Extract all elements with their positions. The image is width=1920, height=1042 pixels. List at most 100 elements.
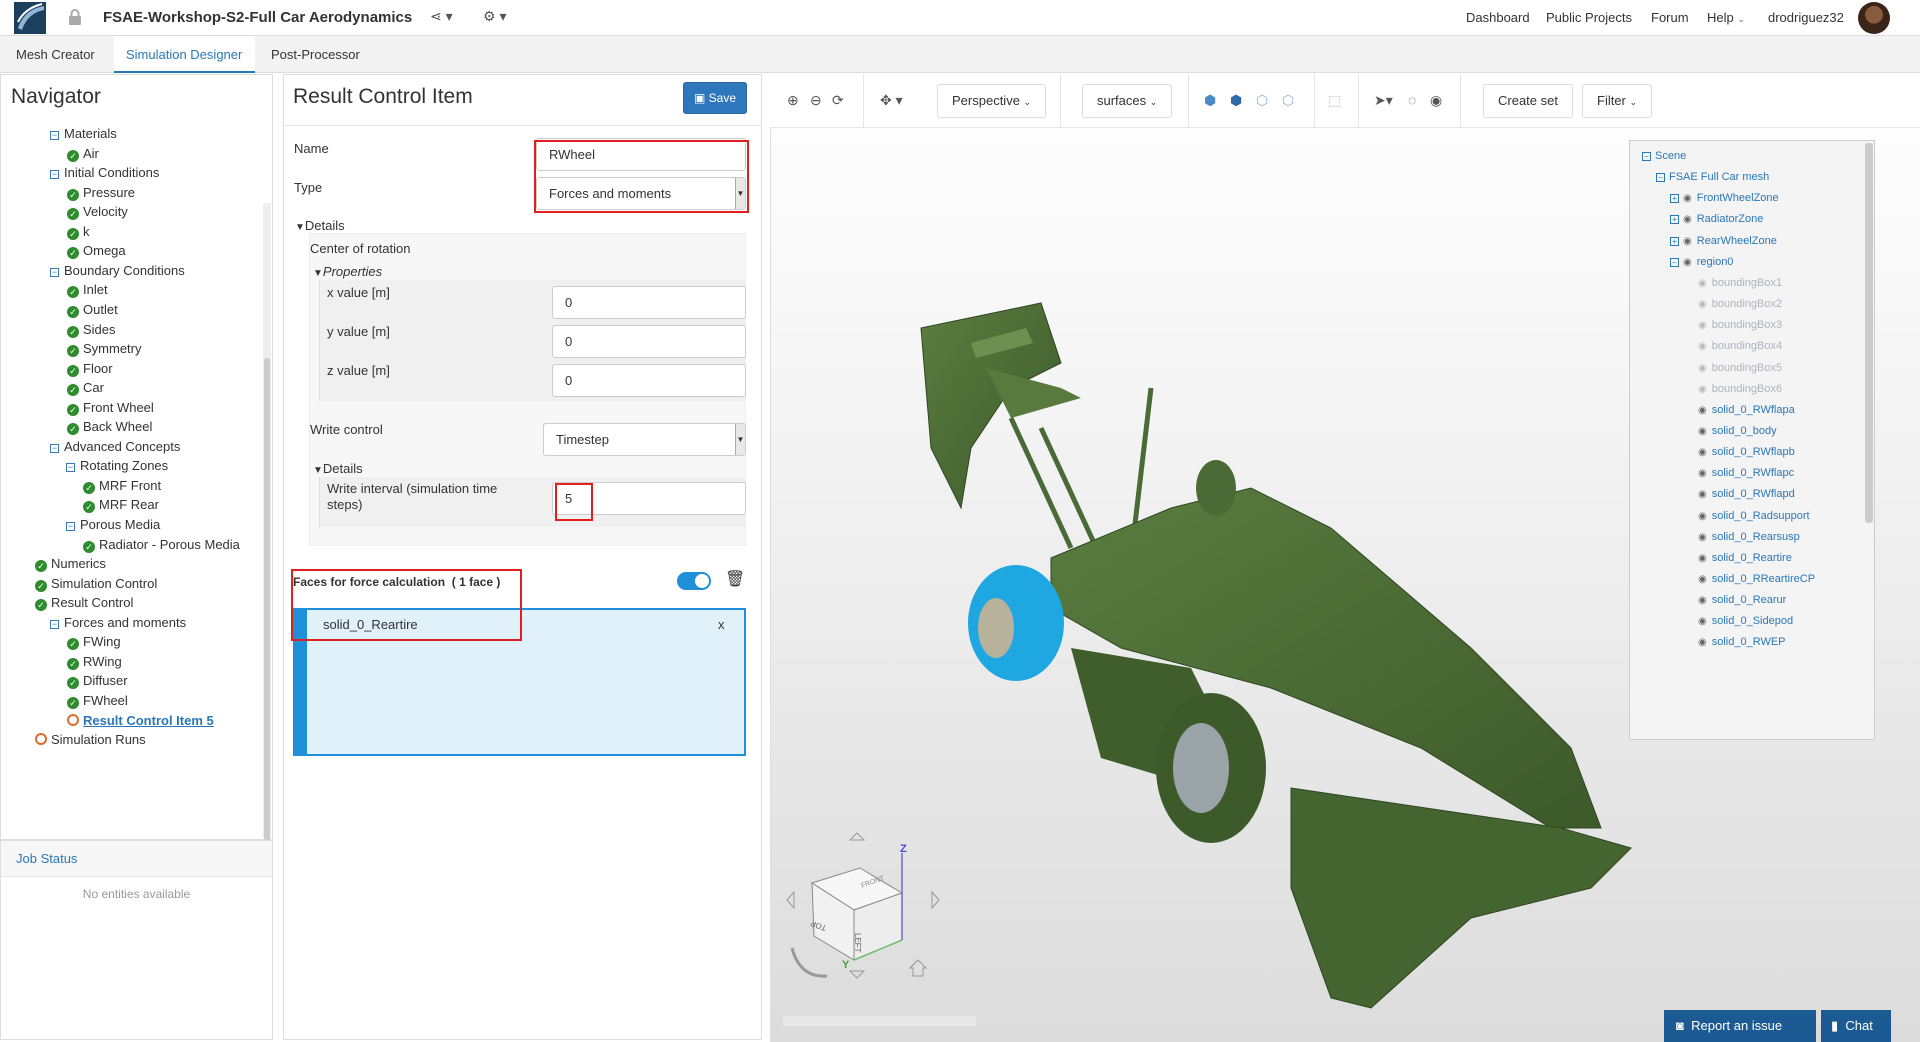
collapse-icon[interactable]: − xyxy=(1642,152,1651,161)
share-icon[interactable]: ⋖ ▾ xyxy=(430,8,453,25)
pan-icon[interactable]: ✥ ▾ xyxy=(880,92,903,109)
collapse-icon[interactable]: − xyxy=(50,131,59,140)
nav-item[interactable]: ✓ Floor xyxy=(67,359,113,379)
nav-item[interactable]: ✓ RWing xyxy=(67,652,122,672)
eye-icon[interactable]: ◉ xyxy=(1698,381,1707,399)
scene-tree-item[interactable]: ◉ solid_0_Sidepod xyxy=(1698,612,1793,630)
nav-item[interactable]: ✓ Outlet xyxy=(67,300,118,320)
nav-item[interactable]: ✓ MRF Rear xyxy=(83,495,159,515)
nav-item[interactable]: ✓ Symmetry xyxy=(67,339,142,359)
nav-item[interactable]: ✓ Result Control xyxy=(35,593,133,613)
nav-item[interactable]: ✓ Front Wheel xyxy=(67,398,154,418)
nav-help[interactable]: Help ⌄ xyxy=(1707,10,1745,25)
scene-tree-item[interactable]: + ◉ RearWheelZone xyxy=(1670,232,1777,250)
scene-tree-item[interactable]: ◉ boundingBox5 xyxy=(1698,359,1782,377)
scene-tree-item[interactable]: ◉ boundingBox6 xyxy=(1698,380,1782,398)
tab-simulation-designer[interactable]: Simulation Designer xyxy=(114,36,255,73)
job-status-title[interactable]: Job Status xyxy=(1,841,272,877)
eye-icon[interactable]: ◉ xyxy=(1683,254,1692,272)
eye-icon[interactable]: ◉ xyxy=(1698,275,1707,293)
nav-item[interactable]: ✓ FWheel xyxy=(67,691,128,711)
scene-tree-item[interactable]: ◉ solid_0_Rearur xyxy=(1698,591,1786,609)
eye-icon[interactable]: ◉ xyxy=(1698,571,1707,589)
eye-icon[interactable]: ◉ xyxy=(1698,508,1707,526)
scene-tree-item[interactable]: ◉ solid_0_RWflapd xyxy=(1698,485,1795,503)
reset-view-icon[interactable]: ⟳ xyxy=(832,92,844,109)
scene-tree-item[interactable]: ◉ solid_0_body xyxy=(1698,422,1777,440)
nav-item[interactable]: ✓ Simulation Control xyxy=(35,574,157,594)
user-avatar[interactable] xyxy=(1858,2,1890,34)
collapse-icon[interactable]: − xyxy=(66,463,75,473)
eye-icon[interactable]: ◉ xyxy=(1698,296,1707,314)
collapse-icon[interactable]: − xyxy=(1670,257,1679,267)
eye-icon[interactable]: ◉ xyxy=(1698,423,1707,441)
nav-item[interactable]: ✓ Omega xyxy=(67,241,126,261)
trash-icon[interactable]: 🗑 xyxy=(725,569,745,589)
nav-item[interactable]: − Advanced Concepts xyxy=(50,437,180,457)
scene-tree-item[interactable]: ◉ solid_0_Radsupport xyxy=(1698,507,1810,525)
filter-dropdown[interactable]: Filter ⌄ xyxy=(1582,84,1653,118)
nav-item[interactable]: ✓ Inlet xyxy=(67,280,108,300)
nav-item[interactable]: ✓ Diffuser xyxy=(67,671,128,691)
eye-icon[interactable]: ◉ xyxy=(1698,402,1707,420)
nav-item[interactable]: ✓ Radiator - Porous Media xyxy=(83,535,240,555)
create-set-button[interactable]: Create set xyxy=(1483,84,1573,118)
eye-icon[interactable]: ◉ xyxy=(1683,233,1692,251)
expand-icon[interactable]: + xyxy=(1670,236,1679,246)
expand-icon[interactable]: + xyxy=(1670,215,1679,225)
scene-tree-item[interactable]: − Scene xyxy=(1642,147,1686,165)
scene-tree-item[interactable]: ◉ solid_0_Rearsusp xyxy=(1698,528,1800,546)
pointer-select-icon[interactable]: ➤▾ xyxy=(1374,92,1393,109)
hide-icon[interactable]: ◌ xyxy=(1408,92,1416,108)
nav-item[interactable]: Result Control Item 5 xyxy=(67,711,214,731)
nav-item[interactable]: ✓ FWing xyxy=(67,632,121,652)
scene-tree-item[interactable]: − ◉ region0 xyxy=(1670,253,1733,271)
collapse-icon[interactable]: − xyxy=(50,267,59,277)
eye-icon[interactable]: ◉ xyxy=(1698,486,1707,504)
nav-item[interactable]: − Porous Media xyxy=(66,515,160,535)
faces-selection-toggle[interactable] xyxy=(677,572,711,590)
collapse-icon[interactable]: − xyxy=(50,619,59,629)
tab-mesh-creator[interactable]: Mesh Creator xyxy=(4,36,107,73)
remove-face-button[interactable]: x xyxy=(718,617,725,632)
nav-item[interactable]: ✓ Pressure xyxy=(67,183,135,203)
details-toggle[interactable]: ▼Details xyxy=(295,218,345,233)
scene-tree-scrollbar[interactable] xyxy=(1865,143,1873,523)
zoom-out-icon[interactable]: ⊖ xyxy=(810,92,822,109)
x-value-input[interactable]: 0 xyxy=(552,286,746,319)
eye-icon[interactable]: ◉ xyxy=(1698,444,1707,462)
eye-icon[interactable]: ◉ xyxy=(1698,529,1707,547)
scene-tree-item[interactable]: + ◉ RadiatorZone xyxy=(1670,210,1763,228)
scene-tree-item[interactable]: + ◉ FrontWheelZone xyxy=(1670,189,1779,207)
eye-icon[interactable]: ◉ xyxy=(1698,634,1707,652)
y-value-input[interactable]: 0 xyxy=(552,325,746,358)
expand-icon[interactable]: + xyxy=(1670,194,1679,204)
nav-item[interactable]: ✓ Velocity xyxy=(67,202,128,222)
details2-toggle[interactable]: ▼Details xyxy=(313,461,363,476)
scene-tree-item[interactable]: ◉ solid_0_RWEP xyxy=(1698,633,1786,651)
navigator-scrollbar-thumb[interactable] xyxy=(264,358,270,909)
write-control-select[interactable]: Timestep ▼ xyxy=(543,423,746,456)
scene-tree-item[interactable]: ◉ boundingBox4 xyxy=(1698,337,1782,355)
scene-tree-item[interactable]: ◉ boundingBox1 xyxy=(1698,274,1782,292)
nav-item[interactable]: ✓ Back Wheel xyxy=(67,417,152,437)
nav-dashboard[interactable]: Dashboard xyxy=(1466,10,1530,25)
orientation-cube[interactable]: LEFT TOP FRONT Z Y xyxy=(782,828,952,998)
render-mode-dropdown[interactable]: surfaces ⌄ xyxy=(1082,84,1173,118)
scene-tree-item[interactable]: ◉ solid_0_Reartire xyxy=(1698,549,1792,567)
nav-item[interactable]: − Initial Conditions xyxy=(50,163,159,183)
eye-icon[interactable]: ◉ xyxy=(1698,360,1707,378)
simscale-logo[interactable] xyxy=(14,2,48,34)
scene-tree-item[interactable]: ◉ boundingBox2 xyxy=(1698,295,1782,313)
nav-item[interactable]: − Boundary Conditions xyxy=(50,261,185,281)
scene-tree-item[interactable]: − FSAE Full Car mesh xyxy=(1656,168,1769,186)
nav-item[interactable]: ✓ k xyxy=(67,222,90,242)
viewer-horizontal-scrollbar[interactable] xyxy=(782,1015,977,1027)
nav-public-projects[interactable]: Public Projects xyxy=(1546,10,1632,25)
scene-tree-item[interactable]: ◉ solid_0_RWflapb xyxy=(1698,443,1795,461)
eye-icon[interactable]: ◉ xyxy=(1698,317,1707,335)
report-issue-button[interactable]: ◙ Report an issue xyxy=(1664,1010,1816,1042)
collapse-icon[interactable]: − xyxy=(66,522,75,531)
nav-item[interactable]: ✓ Car xyxy=(67,378,104,398)
tab-post-processor[interactable]: Post-Processor xyxy=(259,36,372,73)
